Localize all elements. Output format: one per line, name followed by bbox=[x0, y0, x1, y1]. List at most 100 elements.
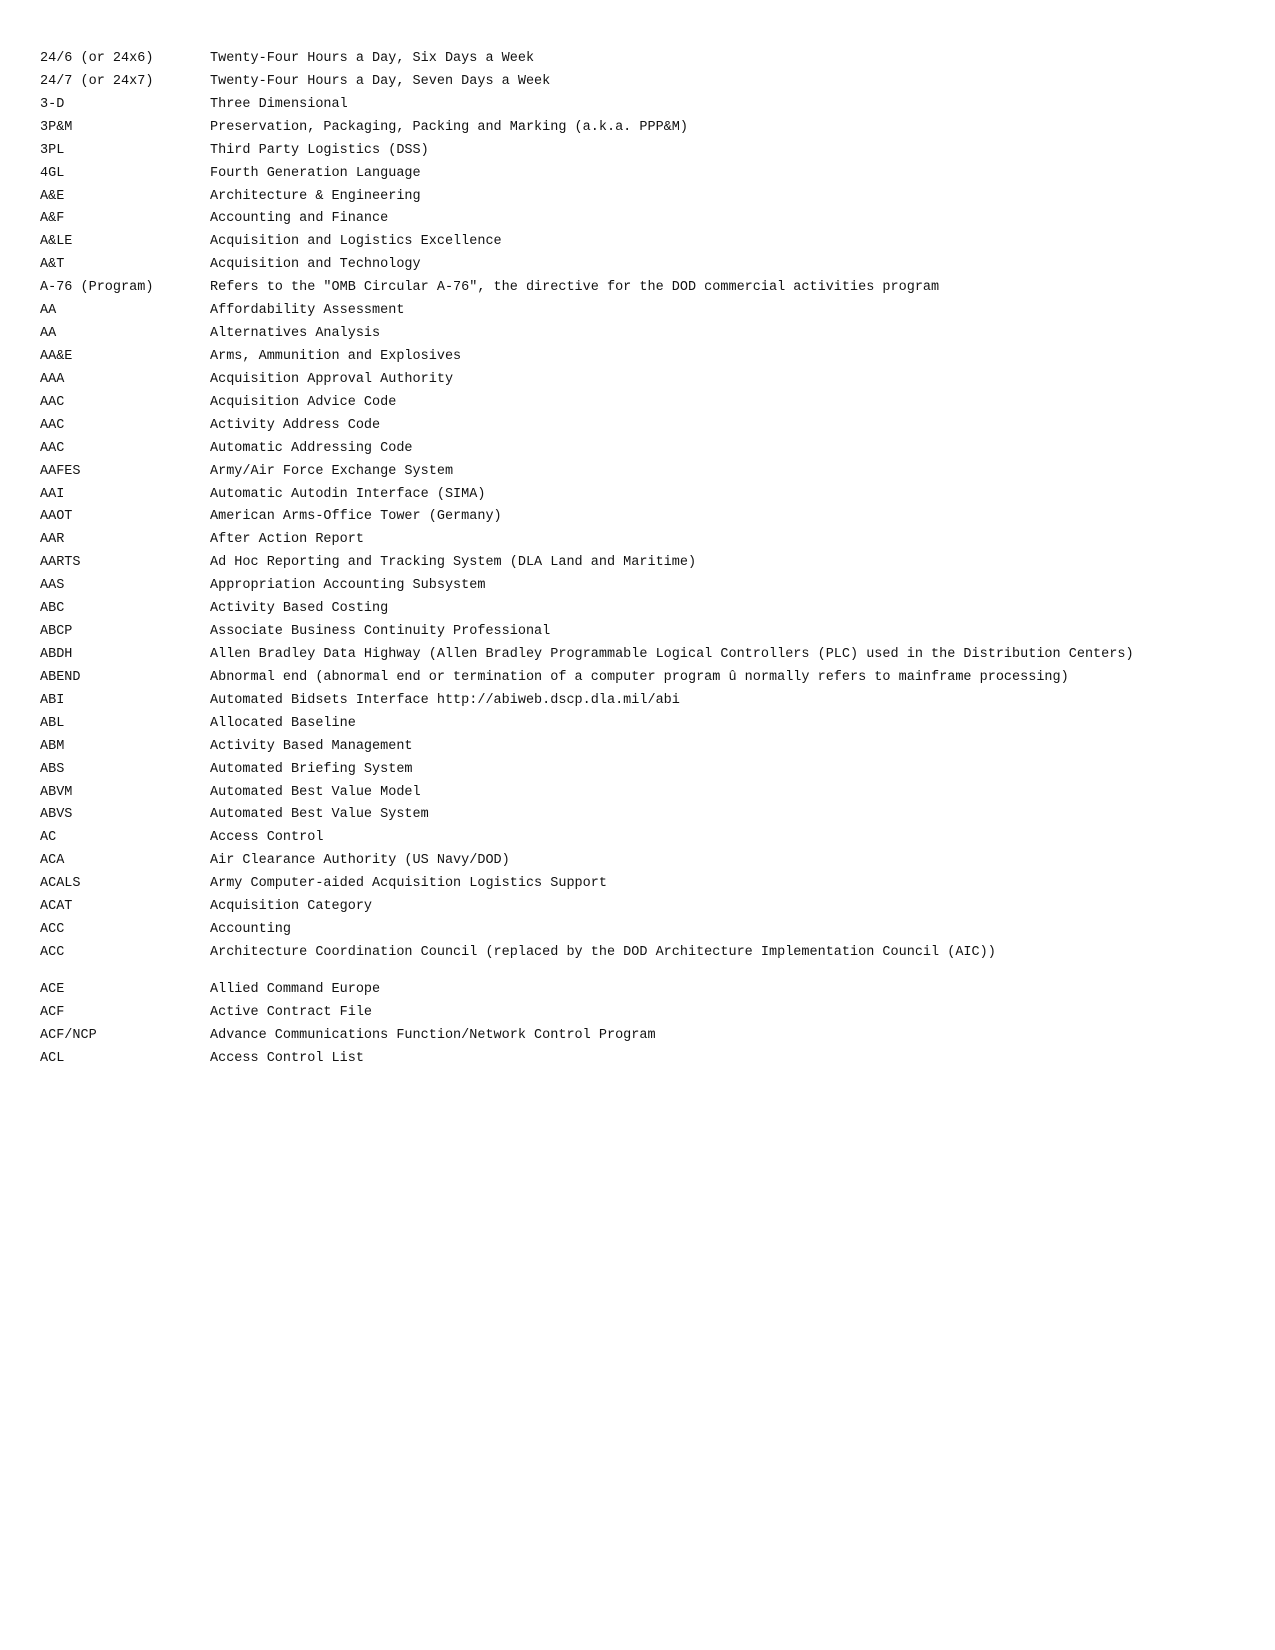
definition: Automated Bidsets Interface http://abiwe… bbox=[210, 691, 1235, 712]
glossary-row: AA&EArms, Ammunition and Explosives bbox=[40, 346, 1235, 369]
abbreviation: ABVS bbox=[40, 805, 210, 826]
glossary-row: AACAutomatic Addressing Code bbox=[40, 438, 1235, 461]
abbreviation: A&LE bbox=[40, 232, 210, 253]
definition: After Action Report bbox=[210, 530, 1235, 551]
abbreviation: ABEND bbox=[40, 668, 210, 689]
glossary-row: ABLAllocated Baseline bbox=[40, 713, 1235, 736]
glossary-row: ACEAllied Command Europe bbox=[40, 979, 1235, 1002]
definition: Acquisition and Technology bbox=[210, 255, 1235, 276]
glossary-row: ACAAir Clearance Authority (US Navy/DOD) bbox=[40, 850, 1235, 873]
glossary-row: ACFActive Contract File bbox=[40, 1002, 1235, 1025]
glossary-row: AAIAutomatic Autodin Interface (SIMA) bbox=[40, 484, 1235, 507]
glossary-row: 24/6 (or 24x6)Twenty-Four Hours a Day, S… bbox=[40, 48, 1235, 71]
abbreviation: ABS bbox=[40, 760, 210, 781]
abbreviation: A-76 (Program) bbox=[40, 278, 210, 299]
glossary-row: AASAppropriation Accounting Subsystem bbox=[40, 575, 1235, 598]
definition: Automated Best Value Model bbox=[210, 783, 1235, 804]
abbreviation: 3PL bbox=[40, 141, 210, 162]
abbreviation: ABI bbox=[40, 691, 210, 712]
abbreviation: A&T bbox=[40, 255, 210, 276]
definition: Acquisition Category bbox=[210, 897, 1235, 918]
abbreviation: 3-D bbox=[40, 95, 210, 116]
glossary-row: ACF/NCPAdvance Communications Function/N… bbox=[40, 1025, 1235, 1048]
abbreviation: AAS bbox=[40, 576, 210, 597]
glossary-row: ACAccess Control bbox=[40, 827, 1235, 850]
glossary-row: ABENDAbnormal end (abnormal end or termi… bbox=[40, 667, 1235, 690]
definition: Alternatives Analysis bbox=[210, 324, 1235, 345]
definition: American Arms-Office Tower (Germany) bbox=[210, 507, 1235, 528]
definition: Access Control List bbox=[210, 1049, 1235, 1070]
glossary-row: 3PLThird Party Logistics (DSS) bbox=[40, 140, 1235, 163]
abbreviation: ACL bbox=[40, 1049, 210, 1070]
definition: Access Control bbox=[210, 828, 1235, 849]
definition: Activity Based Management bbox=[210, 737, 1235, 758]
definition: Allen Bradley Data Highway (Allen Bradle… bbox=[210, 645, 1235, 666]
glossary-row: ACATAcquisition Category bbox=[40, 896, 1235, 919]
glossary-row: ACCAccounting bbox=[40, 919, 1235, 942]
abbreviation: 3P&M bbox=[40, 118, 210, 139]
definition: Automatic Addressing Code bbox=[210, 439, 1235, 460]
abbreviation: 4GL bbox=[40, 164, 210, 185]
glossary-row: ACLAccess Control List bbox=[40, 1048, 1235, 1071]
definition: Third Party Logistics (DSS) bbox=[210, 141, 1235, 162]
glossary-row: ABVMAutomated Best Value Model bbox=[40, 782, 1235, 805]
glossary-row: AARAfter Action Report bbox=[40, 529, 1235, 552]
definition: Abnormal end (abnormal end or terminatio… bbox=[210, 668, 1235, 689]
definition: Twenty-Four Hours a Day, Six Days a Week bbox=[210, 49, 1235, 70]
definition: Fourth Generation Language bbox=[210, 164, 1235, 185]
definition: Army/Air Force Exchange System bbox=[210, 462, 1235, 483]
definition: Acquisition Advice Code bbox=[210, 393, 1235, 414]
definition: Active Contract File bbox=[210, 1003, 1235, 1024]
abbreviation: AAOT bbox=[40, 507, 210, 528]
glossary-row: AACActivity Address Code bbox=[40, 415, 1235, 438]
glossary-row: 24/7 (or 24x7)Twenty-Four Hours a Day, S… bbox=[40, 71, 1235, 94]
definition: Twenty-Four Hours a Day, Seven Days a We… bbox=[210, 72, 1235, 93]
glossary-row: AAAAcquisition Approval Authority bbox=[40, 369, 1235, 392]
glossary-row bbox=[40, 965, 1235, 979]
definition: Automatic Autodin Interface (SIMA) bbox=[210, 485, 1235, 506]
definition: Associate Business Continuity Profession… bbox=[210, 622, 1235, 643]
definition: Acquisition Approval Authority bbox=[210, 370, 1235, 391]
glossary-row: AACAcquisition Advice Code bbox=[40, 392, 1235, 415]
abbreviation: AAI bbox=[40, 485, 210, 506]
definition: Acquisition and Logistics Excellence bbox=[210, 232, 1235, 253]
definition: Accounting bbox=[210, 920, 1235, 941]
abbreviation: ABDH bbox=[40, 645, 210, 666]
definition: Preservation, Packaging, Packing and Mar… bbox=[210, 118, 1235, 139]
glossary-row: A&TAcquisition and Technology bbox=[40, 254, 1235, 277]
abbreviation: AAA bbox=[40, 370, 210, 391]
definition: Affordability Assessment bbox=[210, 301, 1235, 322]
definition: Architecture Coordination Council (repla… bbox=[210, 943, 1235, 964]
abbreviation: AA bbox=[40, 301, 210, 322]
abbreviation: AAC bbox=[40, 416, 210, 437]
abbreviation: AA bbox=[40, 324, 210, 345]
glossary-row: ABCActivity Based Costing bbox=[40, 598, 1235, 621]
definition: Architecture & Engineering bbox=[210, 187, 1235, 208]
glossary-row: 4GLFourth Generation Language bbox=[40, 163, 1235, 186]
abbreviation: ACC bbox=[40, 920, 210, 941]
abbreviation: ACE bbox=[40, 980, 210, 1001]
definition: Ad Hoc Reporting and Tracking System (DL… bbox=[210, 553, 1235, 574]
abbreviation: ACALS bbox=[40, 874, 210, 895]
glossary-row: A&FAccounting and Finance bbox=[40, 208, 1235, 231]
abbreviation: AAR bbox=[40, 530, 210, 551]
definition: Allocated Baseline bbox=[210, 714, 1235, 735]
glossary-row: ACALSArmy Computer-aided Acquisition Log… bbox=[40, 873, 1235, 896]
abbreviation: ABL bbox=[40, 714, 210, 735]
definition: Advance Communications Function/Network … bbox=[210, 1026, 1235, 1047]
abbreviation: AAFES bbox=[40, 462, 210, 483]
abbreviation: AAC bbox=[40, 439, 210, 460]
abbreviation: A&E bbox=[40, 187, 210, 208]
abbreviation: ACC bbox=[40, 943, 210, 964]
glossary-row: A&LEAcquisition and Logistics Excellence bbox=[40, 231, 1235, 254]
glossary-row: ABVSAutomated Best Value System bbox=[40, 804, 1235, 827]
abbreviation: ABM bbox=[40, 737, 210, 758]
definition: Three Dimensional bbox=[210, 95, 1235, 116]
abbreviation: AARTS bbox=[40, 553, 210, 574]
abbreviation: ABVM bbox=[40, 783, 210, 804]
glossary-row: ABMActivity Based Management bbox=[40, 736, 1235, 759]
abbreviation: ABCP bbox=[40, 622, 210, 643]
definition: Automated Briefing System bbox=[210, 760, 1235, 781]
definition: Activity Based Costing bbox=[210, 599, 1235, 620]
definition: Appropriation Accounting Subsystem bbox=[210, 576, 1235, 597]
